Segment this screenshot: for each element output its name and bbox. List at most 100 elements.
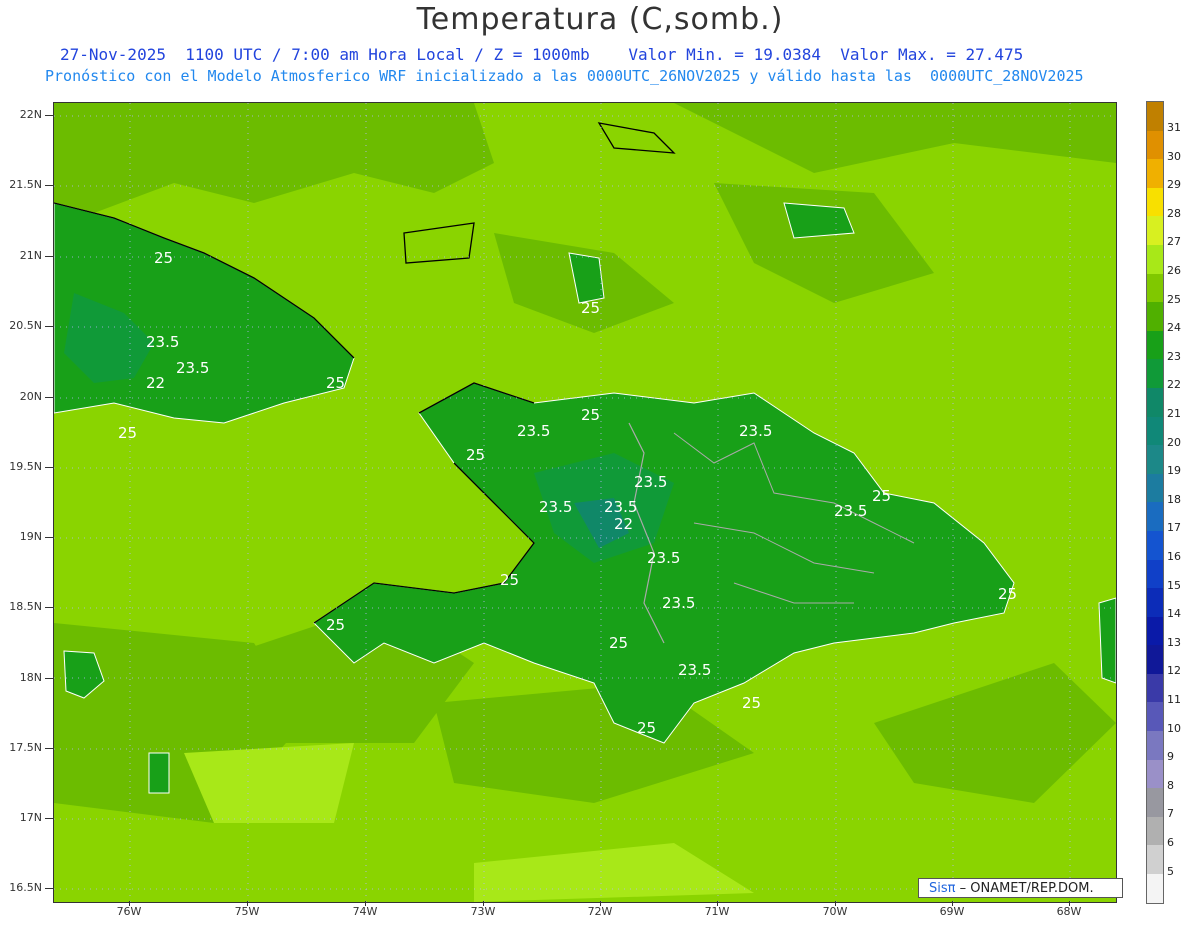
lon-tick [1069,901,1070,906]
legend-label: 7 [1167,807,1174,821]
lat-tick [45,115,53,116]
lon-tick [600,901,601,906]
contour-label: 23.5 [146,333,179,351]
contour-label: 23.5 [662,594,695,612]
contour-label: 25 [581,299,600,317]
legend-swatch [1147,187,1163,217]
legend-swatch [1147,330,1163,360]
lon-tick [835,901,836,906]
legend-swatch [1147,874,1163,903]
lat-label: 22N [19,108,42,121]
legend-swatch [1147,845,1163,875]
org-text: – ONAMET/REP.DOM. [955,881,1094,896]
lon-tick [717,901,718,906]
legend-swatch [1147,588,1163,617]
contour-label: 25 [609,634,628,652]
legend-swatch [1147,244,1163,274]
legend-label: 30 [1167,149,1181,163]
lat-tick [45,467,53,468]
lat-tick [45,256,53,257]
contour-label: 23.5 [604,498,637,516]
chart-title: Temperatura (C,somb.) [416,2,784,37]
lon-label: 73W [470,905,496,918]
legend-swatch [1147,645,1163,674]
legend-label: 5 [1167,864,1174,878]
contour-label: 23.5 [678,661,711,679]
legend-label: 9 [1167,750,1174,764]
legend-label: 22 [1167,378,1181,392]
legend-swatch [1147,273,1163,303]
lon-label: 72W [587,905,613,918]
legend-label: 13 [1167,635,1181,649]
lon-tick [129,901,130,906]
contour-label: 25 [742,694,761,712]
temperature-map: 25 23.5 22 25 25 25 23.5 23.5 25 25 23.5… [53,102,1117,903]
map-canvas: 25 23.5 22 25 25 25 23.5 23.5 25 25 23.5… [54,103,1116,902]
legend-swatch [1147,359,1163,388]
legend-swatch [1147,616,1163,646]
lat-tick [45,326,53,327]
contour-label: 23.5 [539,498,572,516]
contour-label: 25 [637,719,656,737]
island-navassa [148,752,170,794]
contour-label: 25 [500,571,519,589]
lon-label: 76W [116,905,142,918]
legend-label: 14 [1167,607,1181,621]
contour-label: 23.5 [834,502,867,520]
lon-tick [247,901,248,906]
lat-label: 19N [19,530,42,543]
lat-label: 20N [19,390,42,403]
legend-swatch [1147,816,1163,846]
lat-label: 21.5N [9,178,42,191]
lat-label: 19.5N [9,460,42,473]
lon-tick [483,901,484,906]
lon-label: 75W [234,905,260,918]
contour-label: 25 [466,446,485,464]
legend-label: 11 [1167,693,1181,706]
lat-label: 16.5N [9,881,42,894]
lat-label: 18N [19,671,42,684]
lat-tick [45,607,53,608]
lat-label: 18.5N [9,600,42,613]
lat-label: 17.5N [9,741,42,754]
legend-swatch [1147,702,1163,732]
legend-swatch [1147,788,1163,817]
lat-tick [45,678,53,679]
contour-label: 23.5 [739,422,772,440]
contour-label: 25 [154,249,173,267]
legend-label: 16 [1167,550,1181,563]
legend-label: 19 [1167,464,1181,478]
lon-tick [952,901,953,906]
legend-label: 27 [1167,235,1181,249]
temperature-legend [1146,101,1164,904]
legend-swatch [1147,302,1163,331]
legend-swatch [1147,416,1163,446]
contour-label: 23.5 [647,549,680,567]
legend-swatch [1147,759,1163,789]
lat-tick [45,537,53,538]
lon-label: 74W [352,905,378,918]
contour-label: 22 [614,515,633,533]
lon-tick [365,901,366,906]
lon-label: 69W [939,905,965,918]
source-badge: Sisπ – ONAMET/REP.DOM. [918,878,1123,898]
legend-swatch [1147,530,1163,560]
sis-logo-text: Sisπ [929,881,956,896]
legend-swatch [1147,216,1163,245]
puerto-rico-landmass [1098,597,1116,684]
contour-label: 25 [326,374,345,392]
model-info-line: Pronóstico con el Modelo Atmosferico WRF… [45,67,1084,85]
lat-tick [45,748,53,749]
legend-label: 17 [1167,521,1181,535]
legend-swatch [1147,502,1163,531]
valid-time-line: 27-Nov-2025 1100 UTC / 7:00 am Hora Loca… [60,45,1024,64]
lon-label: 71W [704,905,730,918]
legend-swatch [1147,559,1163,589]
warm-patch-south [184,743,354,823]
contour-label: 25 [326,616,345,634]
legend-swatch [1147,445,1163,474]
legend-label: 10 [1167,721,1181,735]
legend-swatch [1147,159,1163,188]
legend-label: 31 [1167,121,1181,134]
lat-tick [45,818,53,819]
